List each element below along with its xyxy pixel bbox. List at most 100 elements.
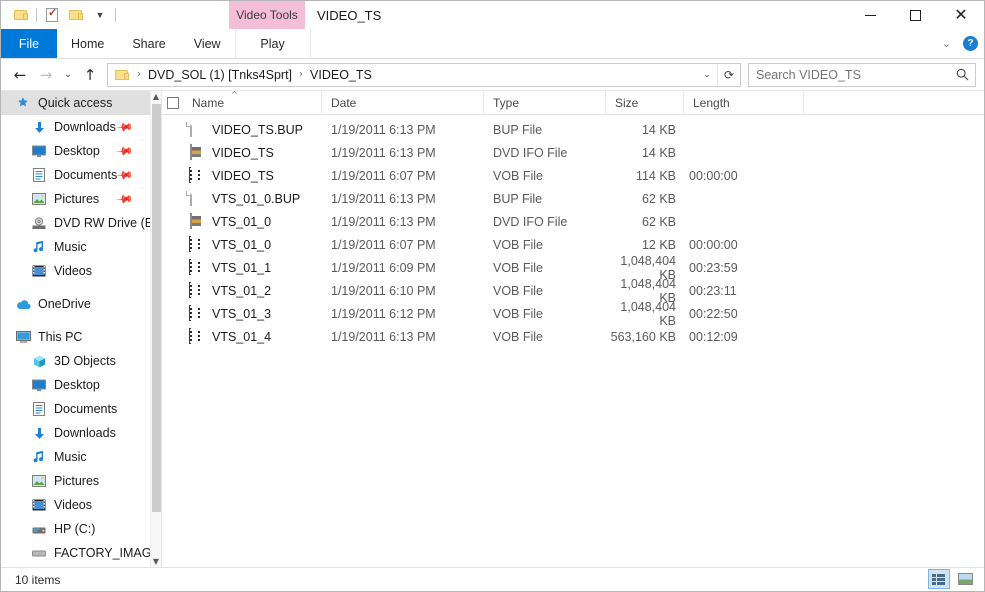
scrollbar-thumb[interactable] [152, 104, 161, 512]
sidebar-scrollbar[interactable]: ▲ ▼ [150, 91, 161, 567]
sidebar-item-onedrive[interactable]: OneDrive [1, 292, 150, 316]
sidebar-item-music[interactable]: Music [1, 235, 150, 259]
sidebar-item-pc-videos[interactable]: Videos [1, 493, 150, 517]
sidebar-item-pc-documents[interactable]: Documents [1, 397, 150, 421]
column-header-label: Type [493, 95, 520, 110]
column-header-size[interactable]: Size [606, 90, 684, 115]
table-row[interactable]: VTS_01_1 1/19/2011 6:09 PM VOB File 1,04… [162, 254, 984, 282]
sidebar-item-label: Desktop [54, 378, 100, 392]
recent-locations-icon[interactable]: ⌄ [59, 62, 77, 88]
pin-icon[interactable]: 📌 [116, 142, 135, 161]
sidebar-item-desktop[interactable]: Desktop 📌 [1, 139, 150, 163]
sidebar-item-label: HP (C:) [54, 522, 96, 536]
details-view-button[interactable] [928, 569, 950, 589]
back-button[interactable]: ← [7, 62, 33, 88]
quick-access-toolbar: ▼ [1, 1, 119, 29]
column-header-date[interactable]: Date [322, 90, 484, 115]
file-size: 14 KB [641, 122, 676, 137]
ribbon-tab-bar: File Home Share View Play ⌄ ? [1, 29, 984, 59]
tab-file[interactable]: File [1, 29, 57, 58]
item-count-label: 10 items [15, 572, 61, 587]
new-folder-icon[interactable] [64, 4, 88, 26]
file-length: 00:23:59 [689, 260, 738, 275]
properties-icon[interactable] [40, 4, 64, 26]
previous-locations-icon[interactable]: ⌄ [697, 64, 717, 86]
pin-icon[interactable]: 📌 [116, 166, 135, 185]
table-row[interactable]: VTS_01_4 1/19/2011 6:13 PM VOB File 563,… [162, 325, 984, 348]
sidebar-item-videos[interactable]: Videos [1, 259, 150, 283]
chevron-down-icon[interactable]: ▼ [88, 4, 112, 26]
status-bar: 10 items [1, 567, 984, 591]
table-row[interactable]: VTS_01_0 1/19/2011 6:13 PM DVD IFO File … [162, 210, 984, 233]
search-input[interactable] [749, 66, 949, 83]
refresh-icon[interactable]: ⟳ [717, 63, 740, 86]
file-name: VTS_01_2 [212, 283, 272, 298]
close-button[interactable]: ✕ [938, 1, 984, 29]
pin-icon[interactable]: 📌 [116, 190, 135, 209]
tab-share[interactable]: Share [118, 29, 179, 58]
sidebar-item-pictures[interactable]: Pictures 📌 [1, 187, 150, 211]
breadcrumb-item-drive[interactable]: DVD_SOL (1) [Tnks4Sprt] [148, 68, 292, 82]
column-header-name[interactable]: Name ^ [183, 90, 322, 115]
table-row[interactable]: VTS_01_3 1/19/2011 6:12 PM VOB File 1,04… [162, 300, 984, 328]
ifo-file-icon [188, 212, 204, 230]
chevron-down-icon[interactable]: ⌄ [942, 37, 951, 50]
search-icon[interactable] [949, 64, 975, 86]
view-buttons [928, 569, 976, 589]
folder-icon[interactable] [9, 4, 33, 26]
breadcrumb-separator-1[interactable]: › [292, 69, 310, 80]
table-row[interactable]: VTS_01_0 1/19/2011 6:07 PM VOB File 12 K… [162, 233, 984, 256]
file-name: VTS_01_1 [212, 260, 272, 275]
search-box[interactable] [748, 62, 976, 87]
sidebar-item-pc-downloads[interactable]: Downloads [1, 421, 150, 445]
scroll-up-icon[interactable]: ▲ [151, 91, 161, 102]
table-row[interactable]: VIDEO_TS 1/19/2011 6:13 PM DVD IFO File … [162, 141, 984, 164]
address-field[interactable]: › DVD_SOL (1) [Tnks4Sprt] › VIDEO_TS ⌄ ⟳ [107, 62, 741, 87]
breadcrumb-folder-icon[interactable] [115, 69, 130, 81]
sidebar-item-pc-music[interactable]: Music [1, 445, 150, 469]
forward-button[interactable]: → [33, 62, 59, 88]
file-type: VOB File [493, 306, 544, 321]
sidebar-item-hp-c-drive[interactable]: HP (C:) [1, 517, 150, 541]
pictures-icon [31, 473, 47, 489]
tab-play[interactable]: Play [234, 29, 311, 58]
table-row[interactable]: VIDEO_TS 1/19/2011 6:07 PM VOB File 114 … [162, 164, 984, 187]
sidebar-item-quick-access[interactable]: Quick access [1, 91, 150, 115]
download-icon [31, 425, 47, 441]
file-name: VTS_01_0.BUP [212, 191, 301, 206]
large-icons-view-button[interactable] [954, 569, 976, 589]
tab-home[interactable]: Home [57, 29, 118, 58]
column-header-label: Date [331, 95, 357, 110]
sidebar-item-this-pc[interactable]: This PC [1, 325, 150, 349]
sidebar-item-documents[interactable]: Documents 📌 [1, 163, 150, 187]
sidebar-item-dvd-rw-drive[interactable]: DVD RW Drive (E [1, 211, 150, 235]
file-length: 00:00:00 [689, 168, 738, 183]
column-header-length[interactable]: Length [684, 90, 804, 115]
scroll-down-icon[interactable]: ▼ [151, 556, 161, 567]
sidebar-item-label: Quick access [38, 96, 113, 110]
breadcrumb-item-folder[interactable]: VIDEO_TS [310, 68, 372, 82]
sidebar-item-factory-image-drive[interactable]: FACTORY_IMAG [1, 541, 150, 565]
table-row[interactable]: VTS_01_0.BUP 1/19/2011 6:13 PM BUP File … [162, 187, 984, 210]
tab-view[interactable]: View [180, 29, 235, 58]
breadcrumb-separator-0[interactable]: › [130, 69, 148, 80]
help-icon[interactable]: ? [963, 36, 978, 51]
sidebar-item-downloads[interactable]: Downloads 📌 [1, 115, 150, 139]
file-name: VTS_01_4 [212, 329, 272, 344]
file-date: 1/19/2011 6:13 PM [331, 145, 436, 160]
minimize-button[interactable] [848, 1, 893, 29]
table-row[interactable]: VIDEO_TS.BUP 1/19/2011 6:13 PM BUP File … [162, 118, 984, 141]
select-all-checkbox[interactable] [162, 91, 183, 115]
up-button[interactable]: ↑ [77, 62, 103, 88]
window-controls: ✕ [848, 1, 984, 29]
sidebar-item-3d-objects[interactable]: 3D Objects [1, 349, 150, 373]
column-header-type[interactable]: Type [484, 90, 606, 115]
this-pc-icon [15, 329, 31, 345]
sidebar-item-label: 3D Objects [54, 354, 116, 368]
sidebar-item-pc-pictures[interactable]: Pictures [1, 469, 150, 493]
videos-icon [31, 263, 47, 279]
pin-icon[interactable]: 📌 [116, 118, 135, 137]
maximize-button[interactable] [893, 1, 938, 29]
table-row[interactable]: VTS_01_2 1/19/2011 6:10 PM VOB File 1,04… [162, 277, 984, 305]
sidebar-item-pc-desktop[interactable]: Desktop [1, 373, 150, 397]
